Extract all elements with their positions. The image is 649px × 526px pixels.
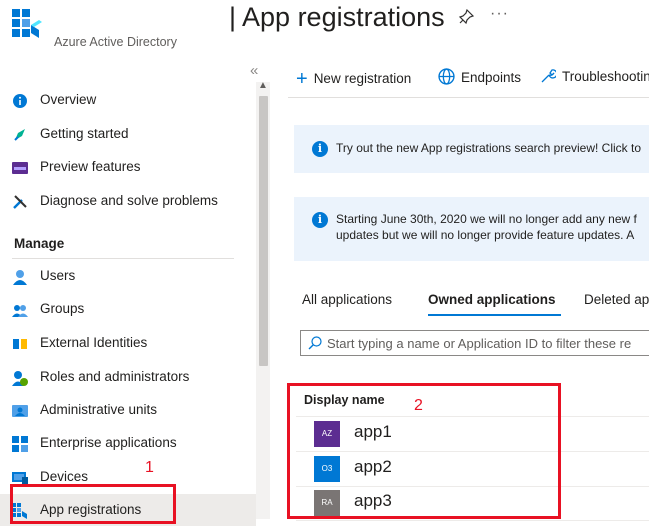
scrollbar-thumb[interactable] (259, 96, 268, 366)
new-registration-button[interactable]: + New registration (296, 68, 411, 91)
sidebar-item-preview-features[interactable]: Preview features (0, 151, 256, 183)
admin-units-icon (12, 405, 28, 417)
sidebar-item-groups[interactable]: Groups (0, 293, 256, 325)
sidebar-item-overview[interactable]: Overview (0, 84, 256, 116)
annotation-box-1 (10, 484, 176, 524)
banner-text: Try out the new App registrations search… (336, 141, 642, 155)
sidebar-item-diagnose[interactable]: Diagnose and solve problems (0, 185, 256, 217)
external-identities-icon (13, 339, 27, 349)
sidebar-item-label: Groups (40, 301, 85, 316)
sidebar-item-label: Getting started (40, 126, 129, 141)
globe-icon (438, 68, 455, 85)
sidebar-item-label: Diagnose and solve problems (40, 193, 218, 208)
groups-icon (12, 305, 28, 317)
scroll-up-icon[interactable]: ▲ (258, 80, 268, 91)
sidebar-item-roles[interactable]: Roles and administrators (0, 361, 256, 393)
sidebar-item-getting-started[interactable]: Getting started (0, 118, 256, 150)
more-options-icon[interactable]: ··· (490, 5, 509, 23)
sidebar-item-label: External Identities (40, 335, 148, 350)
sidebar-item-label: Preview features (40, 159, 141, 174)
plus-icon: + (296, 68, 308, 90)
info-icon: i (312, 141, 328, 157)
sidebar-item-users[interactable]: Users (0, 260, 256, 292)
troubleshooting-button[interactable]: Troubleshootin (540, 68, 649, 84)
section-divider (12, 258, 234, 259)
page-title: | App registrations (229, 2, 445, 32)
filter-box[interactable] (300, 330, 649, 356)
sidebar-item-label: Administrative units (40, 402, 158, 417)
tab-owned-applications[interactable]: Owned applications (428, 292, 556, 307)
annotation-label-2: 2 (414, 397, 423, 414)
sidebar-item-label: Devices (40, 469, 89, 484)
roles-icon (12, 371, 28, 386)
active-tab-indicator (428, 314, 561, 316)
rocket-icon (14, 129, 25, 141)
deprecation-notice-banner: i Starting June 30th, 2020 we will no lo… (294, 197, 649, 261)
sidebar-section-manage: Manage (14, 236, 65, 251)
user-icon (13, 270, 27, 285)
sidebar-item-label: Users (40, 268, 76, 283)
command-bar-divider (288, 97, 649, 98)
sidebar-item-external-identities[interactable]: External Identities (0, 327, 256, 359)
preview-icon (12, 162, 28, 174)
search-icon (308, 336, 322, 350)
sidebar-item-enterprise-apps[interactable]: Enterprise applications (0, 427, 256, 459)
wrench-icon (13, 195, 27, 209)
sidebar-item-label: Roles and administrators (40, 369, 190, 384)
service-subtitle: Azure Active Directory (54, 35, 177, 49)
annotation-label-1: 1 (145, 459, 154, 476)
banner-text-line1: Starting June 30th, 2020 we will no long… (336, 212, 637, 226)
sidebar-item-label: Enterprise applications (40, 435, 177, 450)
annotation-box-2 (287, 383, 561, 519)
pin-icon[interactable] (458, 8, 475, 30)
sidebar-item-label: Overview (40, 92, 97, 107)
filter-input[interactable] (327, 334, 647, 352)
enterprise-apps-icon (12, 436, 28, 452)
tab-all-applications[interactable]: All applications (302, 292, 392, 307)
search-preview-banner[interactable]: i Try out the new App registrations sear… (294, 125, 649, 173)
azure-ad-logo-icon (12, 9, 42, 38)
wrench-icon (541, 69, 558, 83)
collapse-sidebar-icon[interactable]: « (250, 62, 258, 79)
banner-text-line2: updates but we will no longer provide fe… (336, 228, 635, 242)
tab-deleted-applications[interactable]: Deleted ap (584, 292, 649, 307)
endpoints-button[interactable]: Endpoints (438, 68, 521, 85)
info-icon: i (312, 212, 328, 228)
sidebar-item-admin-units[interactable]: Administrative units (0, 394, 256, 426)
info-icon (13, 94, 27, 108)
